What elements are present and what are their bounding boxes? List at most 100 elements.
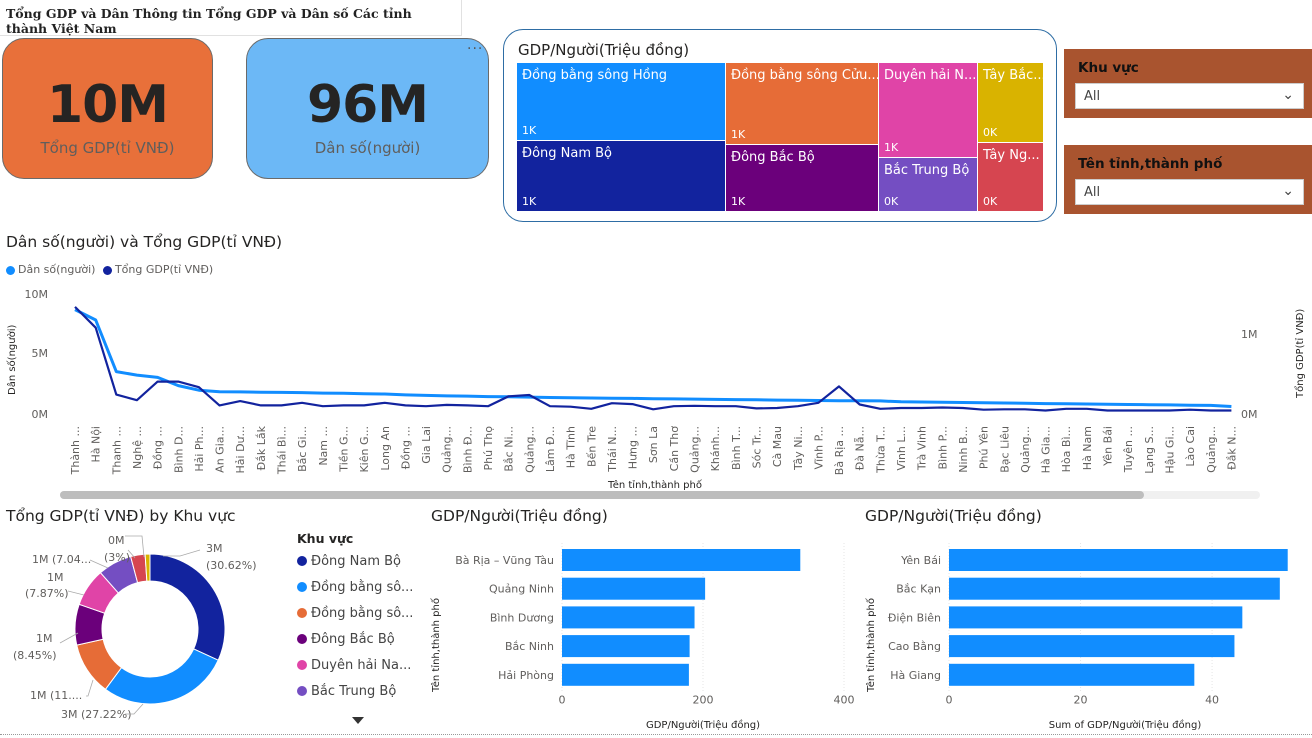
bar[interactable] [562, 663, 689, 686]
treemap-cell[interactable]: Tây Ng... 0K [978, 143, 1043, 211]
x-tick-label: Lạng S... [1143, 426, 1156, 474]
treemap-cell[interactable]: Đông Nam Bộ 1K [517, 141, 725, 211]
bar[interactable] [949, 606, 1243, 629]
x-tick-label: 0 [946, 694, 953, 707]
donut-legend-title: Khu vực [297, 531, 354, 546]
donut-leader-line [67, 590, 85, 596]
treemap-cell[interactable]: Tây Bắc... 0K [978, 63, 1043, 142]
chevron-down-icon: ⌄ [1282, 87, 1294, 103]
legend-item-gdp[interactable]: Tổng GDP(tỉ VNĐ) [102, 263, 214, 276]
x-tick-label: Nam ... [317, 426, 330, 466]
y-tick-label: Bắc Kạn [896, 583, 941, 596]
x-tick-label: Lào Cai [1184, 426, 1197, 467]
treemap-cell[interactable]: Đông Bắc Bộ 1K [726, 145, 878, 211]
bar[interactable] [949, 577, 1280, 600]
x-tick-label: Đồng ... [152, 426, 165, 469]
bar-chart-1-title: GDP/Người(Triệu đồng) [431, 507, 608, 525]
x-tick-label: Cần Thơ [668, 426, 681, 472]
x-tick-label: Tiền G... [337, 426, 350, 473]
gdp-series-line[interactable] [74, 306, 1232, 412]
bar[interactable] [562, 577, 706, 600]
more-options-icon[interactable]: ··· [467, 41, 483, 57]
x-tick-label: Sóc Tr... [750, 426, 763, 468]
legend-label: Tổng GDP(tỉ VNĐ) [114, 263, 214, 276]
bar[interactable] [949, 635, 1235, 658]
bar[interactable] [562, 549, 801, 571]
x-tick-label: Bắc Gi... [296, 426, 309, 472]
legend-dot-icon [297, 608, 307, 618]
province-dropdown-value: All [1084, 185, 1101, 200]
y-tick-label: Quảng Ninh [489, 583, 554, 596]
province-dropdown[interactable]: All ⌄ [1075, 179, 1304, 205]
report-title-text: Tổng GDP và Dân Thông tin Tổng GDP và Dâ… [6, 6, 412, 36]
donut-slice[interactable] [104, 648, 219, 705]
y-tick-label: 5M [32, 347, 49, 360]
bar[interactable] [949, 549, 1288, 571]
legend-item[interactable]: Bắc Trung Bộ [297, 678, 427, 704]
bar[interactable] [949, 663, 1195, 686]
treemap-title: GDP/Người(Triệu đồng) [518, 41, 690, 59]
treemap-cell-value: 0K [983, 126, 998, 139]
x-tick-label: Quảng... [441, 426, 454, 473]
province-slicer: Tên tỉnh,thành phố All ⌄ [1064, 145, 1312, 214]
treemap-cell[interactable]: Duyên hải N... 1K [879, 63, 977, 157]
legend-item[interactable]: Đồng bằng sô... [297, 600, 427, 626]
scrollbar-thumb[interactable] [60, 491, 1144, 499]
y-tick-label: Hà Giang [890, 669, 941, 682]
treemap-card: GDP/Người(Triệu đồng) Đồng bằng sông Hồn… [503, 29, 1057, 222]
kpi-card-population[interactable]: 96M Dân số(người) [246, 38, 489, 179]
donut-data-label: 1M [47, 571, 64, 584]
legend-dot-icon [297, 634, 307, 644]
x-tick-label: 20 [1074, 694, 1088, 707]
legend-scroll-down-icon[interactable] [352, 717, 364, 724]
bar[interactable] [562, 635, 690, 658]
x-axis-title: GDP/Người(Triệu đồng) [646, 719, 760, 731]
x-tick-label: Trà Vinh [916, 426, 929, 471]
treemap-cell-value: 1K [522, 195, 537, 208]
x-tick-label: An Gia... [214, 426, 227, 473]
population-series-line[interactable] [74, 308, 1232, 408]
legend-dot-icon [297, 556, 307, 566]
donut-data-label: 3M [206, 542, 223, 555]
x-tick-label: Thái Bì... [276, 426, 289, 475]
region-dropdown[interactable]: All ⌄ [1075, 83, 1304, 109]
legend-item-population[interactable]: Dân số(người) [6, 263, 95, 276]
treemap-cell[interactable]: Đồng bằng sông Hồng 1K [517, 63, 725, 140]
legend-item[interactable]: Đông Bắc Bộ [297, 626, 427, 652]
x-tick-label: Bến Tre [585, 426, 598, 467]
kpi-gdp-value: 10M [46, 75, 169, 135]
x-tick-label: Long An [379, 426, 392, 471]
bar[interactable] [562, 606, 695, 629]
treemap-cell[interactable]: Bắc Trung Bộ 0K [879, 158, 977, 211]
bar-chart-2[interactable]: Tên tỉnh,thành phố Sum of GDP/Người(Triệ… [855, 535, 1310, 735]
x-tick-label: Bắc Ni... [503, 426, 516, 472]
legend-item[interactable]: Duyên hải Na... [297, 652, 427, 678]
kpi-card-gdp[interactable]: 10M Tổng GDP(tỉ VNĐ) [2, 38, 213, 179]
donut-data-label: 1M [36, 632, 53, 645]
donut-data-label: (7.87%) [25, 587, 69, 600]
donut-chart-title: Tổng GDP(tỉ VNĐ) by Khu vực [6, 507, 236, 525]
line-chart-legend: Dân số(người) Tổng GDP(tỉ VNĐ) [6, 263, 213, 276]
line-chart[interactable]: 10M 5M 0M 1M 0M Dân số(người) Tổng GDP(t… [0, 280, 1312, 502]
treemap-cell[interactable]: Đồng bằng sông Cửu... 1K [726, 63, 878, 144]
x-tick-label: Đà Nẵ... [854, 426, 867, 470]
region-dropdown-value: All [1084, 89, 1101, 104]
y-tick-label: Bà Rịa – Vũng Tàu [455, 554, 554, 567]
horizontal-scrollbar[interactable] [60, 491, 1260, 499]
x-tick-label: Hưng ... [627, 426, 640, 469]
bar-chart-1[interactable]: Tên tỉnh,thành phố GDP/Người(Triệu đồng)… [420, 535, 860, 735]
x-tick-label: Yên Bái [1102, 426, 1115, 467]
legend-item[interactable]: Đông Nam Bộ [297, 548, 427, 574]
y-axis-title: Tên tỉnh,thành phố [865, 598, 877, 693]
treemap-cell-label: Tây Bắc... [983, 68, 1043, 83]
x-axis-title: Sum of GDP/Người(Triệu đồng) [1049, 719, 1202, 731]
x-tick-label: Gia Lai [420, 426, 433, 464]
donut-chart[interactable]: 3M (30.62%) 3M (27.22%) 1M (11.... 1M (8… [0, 528, 290, 728]
treemap-cell-label: Đồng bằng sông Cửu... [731, 68, 878, 83]
x-tick-label: Tuyên ... [1122, 426, 1135, 473]
x-tick-label: 200 [693, 694, 714, 707]
x-tick-label: Hà Gia... [1040, 426, 1053, 473]
treemap-cell-label: Đông Nam Bộ [522, 146, 613, 161]
treemap-cell-label: Đồng bằng sông Hồng [522, 68, 668, 83]
legend-item[interactable]: Đồng bằng sô... [297, 574, 427, 600]
